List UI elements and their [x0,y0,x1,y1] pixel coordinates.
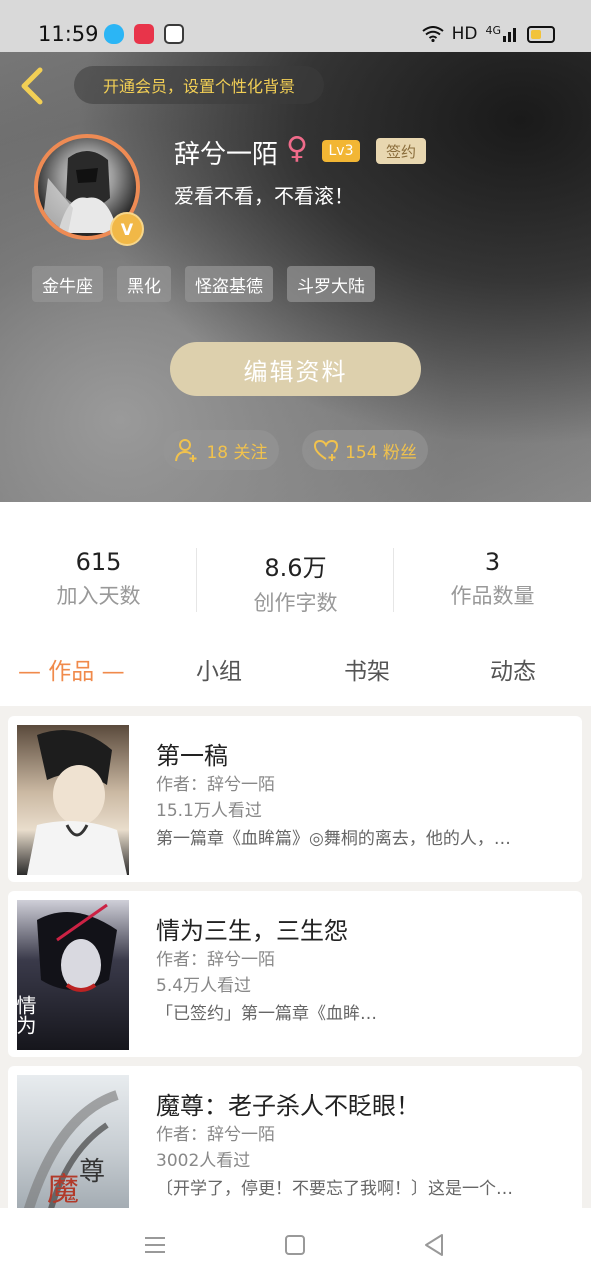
user-bio: 爱看不看，不看滚！ [174,184,354,208]
cover-art: 情为 [17,903,117,1035]
username: 辞兮一陌 [174,140,279,170]
following-button[interactable]: 18 关注 [163,430,279,470]
stat-word-count: 8.6万 创作字数 [197,548,394,617]
stat-works-count: 3 作品数量 [394,548,591,610]
following-count: 18 关注 [206,442,268,463]
work-title: 情为三生，三生怨 [156,917,348,945]
tag-item[interactable]: 金牛座 [32,266,103,302]
work-views: 3002人看过 [156,1151,251,1171]
work-card[interactable]: 魔 尊 魔尊：老子杀人不眨眼！ 作者：辞兮一陌 3002人看过 〔开学了，停更！… [8,1066,582,1208]
tag-item[interactable]: 黑化 [117,266,171,302]
stat-label: 作品数量 [450,584,535,608]
profile-tags: 金牛座 黑化 怪盗基德 斗罗大陆 [32,266,375,302]
network-label: HD [451,24,478,44]
work-description: 「已签约」第一篇章《血眸… [156,1004,377,1024]
home-button[interactable] [280,1230,310,1260]
status-bar: 11:59 HD 4G [0,0,591,52]
work-card[interactable]: 情为 情为三生，三生怨 作者：辞兮一陌 5.4万人看过 「已签约」第一篇章《血眸… [8,891,582,1057]
video-app-icon [134,24,154,44]
svg-text:魔: 魔 [47,1170,79,1208]
book-cover-image: 魔 尊 [17,1075,129,1208]
back-nav-button[interactable] [420,1230,450,1260]
stat-join-days: 615 加入天数 [0,548,197,610]
work-title: 魔尊：老子杀人不眨眼！ [156,1092,420,1120]
fans-button[interactable]: 154 粉丝 [302,430,428,470]
status-right: HD 4G [421,23,555,44]
wifi-icon [421,26,444,42]
verified-badge-icon: V [110,212,144,246]
back-button[interactable] [16,66,48,106]
status-time: 11:59 [38,22,99,46]
signal-icon [503,28,516,42]
vip-background-button[interactable]: 开通会员，设置个性化背景 [74,66,324,104]
book-cover-image: 情为 [17,900,129,1050]
tab-activity[interactable]: 动态 [490,652,536,686]
work-author: 作者：辞兮一陌 [156,950,275,970]
tab-bookshelf[interactable]: 书架 [344,652,390,686]
edit-profile-button[interactable]: 编辑资料 [170,342,421,396]
square-home-icon [285,1235,305,1255]
triangle-back-icon [425,1234,443,1256]
tab-groups[interactable]: 小组 [196,652,242,686]
work-description: 第一篇章《血眸篇》◎舞桐的离去，他的人，… [156,829,511,849]
signal-label: 4G [485,23,501,37]
cover-art [27,730,127,875]
tag-item[interactable]: 怪盗基德 [185,266,273,302]
work-author: 作者：辞兮一陌 [156,775,275,795]
stat-value: 615 [75,548,122,576]
menu-button[interactable] [140,1230,170,1260]
signed-badge: 签约 [376,138,426,164]
stat-label: 加入天数 [56,584,141,608]
stat-value: 3 [484,548,501,576]
work-title: 第一稿 [156,742,228,770]
svg-text:情为: 情为 [17,995,37,1035]
work-views: 5.4万人看过 [156,976,252,996]
menu-icon [145,1237,165,1253]
female-gender-icon: ♀ [286,131,308,166]
stats-panel: 615 加入天数 8.6万 创作字数 3 作品数量 [0,502,591,629]
svg-text:尊: 尊 [79,1157,105,1187]
cover-art: 魔 尊 [23,1090,119,1208]
wallet-app-icon [164,24,184,44]
stat-value: 8.6万 [264,554,327,582]
fans-count: 154 粉丝 [345,442,417,463]
tab-works[interactable]: — 作品 — [18,652,125,686]
work-description: 〔开学了，停更！不要忘了我啊！〕这是一个… [156,1179,513,1199]
works-list: 第一稿 作者：辞兮一陌 15.1万人看过 第一篇章《血眸篇》◎舞桐的离去，他的人… [0,706,591,1208]
heart-plus-icon [314,439,339,461]
work-card[interactable]: 第一稿 作者：辞兮一陌 15.1万人看过 第一篇章《血眸篇》◎舞桐的离去，他的人… [8,716,582,882]
work-views: 15.1万人看过 [156,801,262,821]
stat-label: 创作字数 [253,591,338,615]
profile-tabs: — 作品 — 小组 书架 动态 [0,628,591,706]
tag-item[interactable]: 斗罗大陆 [287,266,375,302]
chevron-left-icon [21,67,43,105]
battery-icon [527,25,555,43]
book-cover-image [17,725,129,875]
qq-icon [104,24,124,44]
add-user-icon [175,439,197,462]
system-nav-bar [0,1208,591,1280]
work-author: 作者：辞兮一陌 [156,1125,275,1145]
level-badge: Lv3 [322,140,360,162]
notification-icons [104,24,184,44]
